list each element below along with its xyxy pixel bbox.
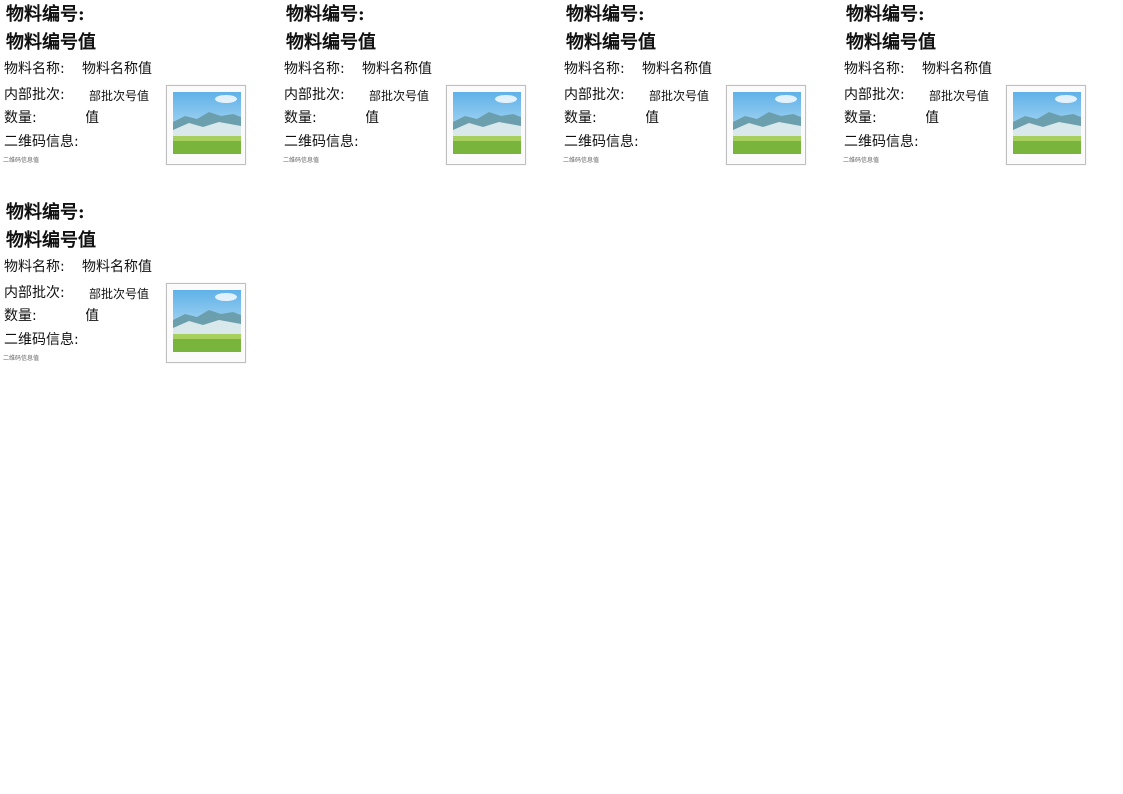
material-label-5: 物料编号: 物料编号值 物料名称: 物料名称值 内部批次: 部批次号值 数量: … [0,198,270,383]
material-code-value: 物料编号值 [566,32,656,53]
material-name-value: 物料名称值 [82,259,152,275]
material-label-3: 物料编号: 物料编号值 物料名称: 物料名称值 内部批次: 部批次号值 数量: … [560,0,830,185]
material-code-value: 物料编号值 [846,32,936,53]
quantity-value: 值 [86,308,99,324]
material-code-label: 物料编号: [846,4,925,25]
quantity-label: 数量: [564,110,597,126]
quantity-label: 数量: [4,110,37,126]
material-label-1: 物料编号: 物料编号值 物料名称: 物料名称值 内部批次: 部批次号值 数量: … [0,0,270,185]
internal-batch-label: 内部批次: [844,87,905,103]
material-code-value: 物料编号值 [6,32,96,53]
material-name-value: 物料名称值 [642,61,712,77]
internal-batch-value: 部批次号值 [649,89,710,103]
material-code-label: 物料编号: [566,4,645,25]
material-label-2: 物料编号: 物料编号值 物料名称: 物料名称值 内部批次: 部批次号值 数量: … [280,0,550,185]
qr-info-value: 二维码信息值 [843,157,880,164]
material-code-value: 物料编号值 [6,230,96,251]
material-name-value: 物料名称值 [362,61,432,77]
landscape-placeholder-icon [166,283,246,363]
internal-batch-value: 部批次号值 [369,89,430,103]
material-name-label: 物料名称: [844,61,905,77]
landscape-placeholder-icon [1006,85,1086,165]
material-name-value: 物料名称值 [922,61,992,77]
internal-batch-value: 部批次号值 [89,287,150,301]
internal-batch-label: 内部批次: [284,87,345,103]
quantity-label: 数量: [284,110,317,126]
material-name-label: 物料名称: [4,61,65,77]
qr-info-value: 二维码信息值 [563,157,600,164]
material-code-value: 物料编号值 [286,32,376,53]
quantity-label: 数量: [844,110,877,126]
quantity-value: 值 [366,110,379,126]
internal-batch-label: 内部批次: [4,285,65,301]
internal-batch-label: 内部批次: [564,87,625,103]
qr-info-label: 二维码信息: [564,134,639,150]
material-code-label: 物料编号: [6,202,85,223]
qr-info-label: 二维码信息: [284,134,359,150]
material-name-label: 物料名称: [284,61,345,77]
internal-batch-value: 部批次号值 [929,89,990,103]
material-name-label: 物料名称: [564,61,625,77]
material-code-label: 物料编号: [6,4,85,25]
landscape-placeholder-icon [446,85,526,165]
internal-batch-label: 内部批次: [4,87,65,103]
qr-info-value: 二维码信息值 [3,355,40,362]
qr-info-label: 二维码信息: [4,134,79,150]
qr-info-label: 二维码信息: [4,332,79,348]
material-name-value: 物料名称值 [82,61,152,77]
qr-info-label: 二维码信息: [844,134,919,150]
internal-batch-value: 部批次号值 [89,89,150,103]
quantity-value: 值 [926,110,939,126]
quantity-label: 数量: [4,308,37,324]
material-label-4: 物料编号: 物料编号值 物料名称: 物料名称值 内部批次: 部批次号值 数量: … [840,0,1110,185]
qr-info-value: 二维码信息值 [283,157,320,164]
material-code-label: 物料编号: [286,4,365,25]
landscape-placeholder-icon [726,85,806,165]
quantity-value: 值 [646,110,659,126]
quantity-value: 值 [86,110,99,126]
material-name-label: 物料名称: [4,259,65,275]
landscape-placeholder-icon [166,85,246,165]
qr-info-value: 二维码信息值 [3,157,40,164]
